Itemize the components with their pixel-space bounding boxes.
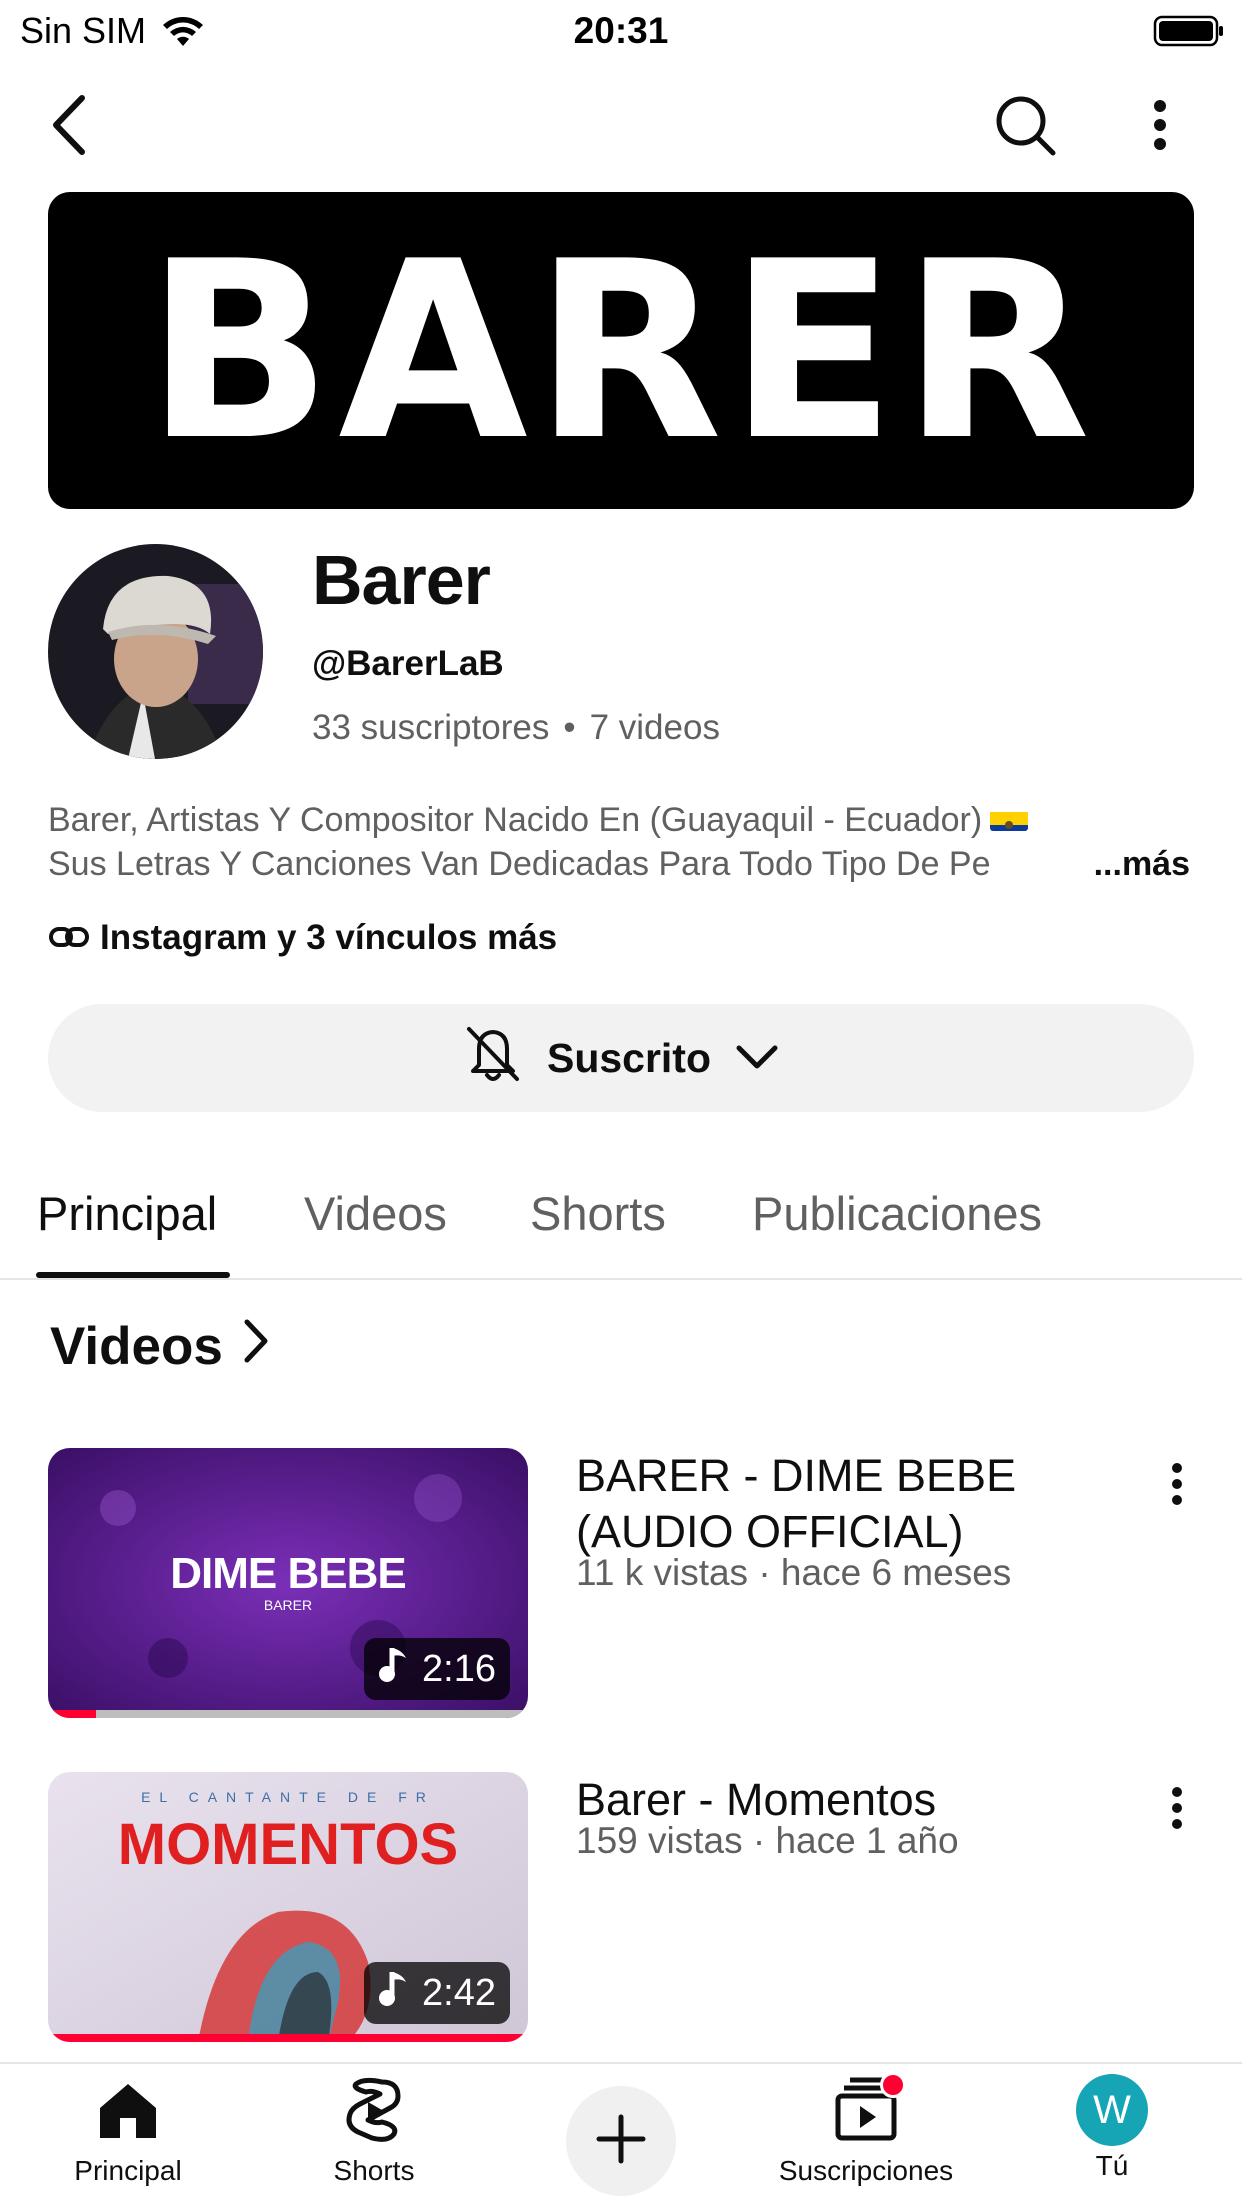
section-title: Videos xyxy=(50,1317,223,1376)
battery-icon xyxy=(1153,14,1225,53)
video-thumbnail[interactable]: EL CANTANTE DE FR MOMENTOS 2:42 xyxy=(48,1772,528,2042)
status-time: 20:31 xyxy=(573,10,669,51)
more-vert-icon[interactable] xyxy=(1170,1462,1184,1511)
back-arrow-icon[interactable] xyxy=(40,90,100,160)
subscribed-button[interactable]: Suscrito xyxy=(48,1004,1194,1112)
channel-banner: BARER xyxy=(48,192,1194,509)
music-note-icon xyxy=(378,1968,410,2018)
watch-progress-bar xyxy=(48,1710,96,1718)
duration-text: 2:16 xyxy=(422,1647,496,1690)
nav-item-home[interactable]: Principal xyxy=(8,2074,248,2187)
nav-label: Tú xyxy=(1095,2150,1129,2181)
subscriber-count: 33 suscriptores xyxy=(312,708,550,747)
more-link[interactable]: ...más xyxy=(1087,842,1190,886)
nav-label: Suscripciones xyxy=(778,2155,954,2186)
channel-tabs: Principal Videos Shorts Publicaciones xyxy=(0,1170,1242,1280)
bottom-nav: Principal Shorts Suscripciones W Tú xyxy=(0,2062,1242,2208)
separator-dot: • xyxy=(563,708,576,747)
notification-dot xyxy=(880,2072,906,2098)
active-tab-indicator xyxy=(36,1272,230,1278)
link-icon xyxy=(48,918,90,958)
tab-videos[interactable]: Videos xyxy=(304,1186,447,1241)
create-button[interactable] xyxy=(566,2086,676,2196)
shorts-icon xyxy=(338,2074,410,2151)
status-bar: Sin SIM 20:31 xyxy=(0,0,1242,66)
duration-text: 2:42 xyxy=(422,1971,496,2014)
subscribed-label: Suscrito xyxy=(546,1034,712,1081)
video-title[interactable]: BARER - DIME BEBE (AUDIO OFFICIAL) xyxy=(576,1448,1136,1560)
duration-badge: 2:16 xyxy=(364,1638,510,1700)
home-icon xyxy=(92,2074,164,2151)
create-plus-icon xyxy=(593,2111,649,2172)
nav-item-shorts[interactable]: Shorts xyxy=(254,2074,494,2187)
thumb-subtitle: BARER xyxy=(264,1597,312,1613)
banner-text: BARER xyxy=(145,231,1096,471)
description-line: Barer, Artistas Y Compositor Nacido En (… xyxy=(48,798,1198,842)
tab-shorts[interactable]: Shorts xyxy=(530,1186,666,1241)
channel-name: Barer xyxy=(312,541,491,619)
description-text-1: Barer, Artistas Y Compositor Nacido En (… xyxy=(48,801,983,839)
nav-label: Principal xyxy=(74,2155,182,2186)
progress-track xyxy=(48,1710,528,1718)
chevron-right-icon xyxy=(241,1316,271,1377)
ecuador-flag-icon xyxy=(990,805,1029,832)
video-thumbnail[interactable]: DIME BEBE BARER 2:16 xyxy=(48,1448,528,1718)
video-meta: 159 vistas · hace 1 año xyxy=(576,1820,959,1861)
channel-stats: 33 suscriptores • 7 videos xyxy=(312,708,720,748)
thumb-title: DIME BEBE xyxy=(170,1549,405,1598)
nav-item-subscriptions[interactable]: Suscripciones xyxy=(746,2072,986,2187)
channel-avatar[interactable] xyxy=(48,544,263,759)
links-label: Instagram y 3 vínculos más xyxy=(100,918,558,957)
tab-principal[interactable]: Principal xyxy=(37,1186,217,1241)
video-meta: 11 k vistas · hace 6 meses xyxy=(576,1552,1012,1593)
duration-badge: 2:42 xyxy=(364,1962,510,2024)
music-note-icon xyxy=(378,1644,410,1694)
description-fade xyxy=(998,842,1078,886)
description-text-2: Sus Letras Y Canciones Van Dedicadas Par… xyxy=(48,845,991,883)
video-item[interactable]: DIME BEBE BARER 2:16 BARER - DIME BEBE (… xyxy=(0,1448,1242,1718)
thumb-title: MOMENTOS xyxy=(118,1812,459,1877)
chevron-down-icon xyxy=(733,1035,781,1082)
more-vert-icon[interactable] xyxy=(1170,1786,1184,1835)
channel-description[interactable]: Barer, Artistas Y Compositor Nacido En (… xyxy=(48,798,1198,886)
thumb-subtitle: EL CANTANTE DE FR xyxy=(141,1789,435,1805)
top-nav xyxy=(0,80,1242,170)
subscriptions-icon xyxy=(830,2072,906,2151)
banner-logo: BARER xyxy=(140,231,1096,471)
search-icon[interactable] xyxy=(990,90,1060,160)
channel-handle: @BarerLaB xyxy=(312,644,504,683)
channel-links[interactable]: Instagram y 3 vínculos más xyxy=(48,918,557,958)
videos-section-header[interactable]: Videos xyxy=(50,1316,271,1377)
video-count: 7 videos xyxy=(589,708,720,747)
nav-label: Shorts xyxy=(333,2155,415,2186)
nav-item-you[interactable]: W Tú xyxy=(992,2074,1232,2182)
more-vert-icon[interactable] xyxy=(1140,90,1180,160)
watch-progress-bar xyxy=(48,2034,528,2042)
video-item[interactable]: EL CANTANTE DE FR MOMENTOS 2:42 Barer - … xyxy=(0,1772,1242,2042)
bell-off-icon xyxy=(461,1021,525,1095)
tab-publicaciones[interactable]: Publicaciones xyxy=(752,1186,1042,1241)
profile-avatar: W xyxy=(1076,2074,1148,2146)
description-line: Sus Letras Y Canciones Van Dedicadas Par… xyxy=(48,842,1198,886)
